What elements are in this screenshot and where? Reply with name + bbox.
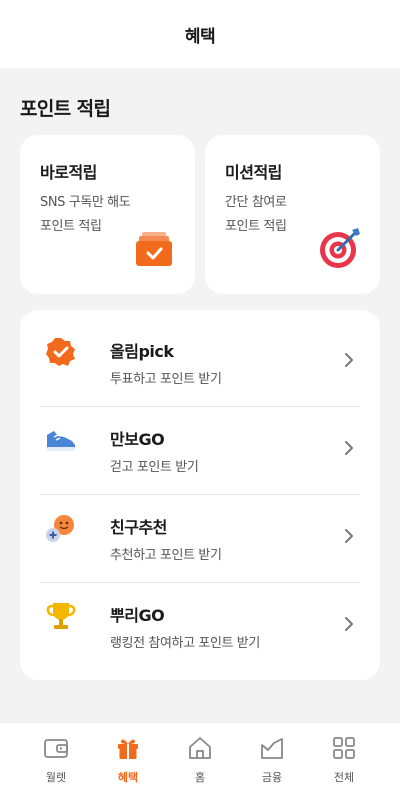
tab-wallet[interactable]: 월렛 <box>16 723 96 796</box>
list-item-subtitle: 걷고 포인트 받기 <box>110 460 199 475</box>
tab-label: 전체 <box>333 771 355 784</box>
sneaker-icon <box>44 423 78 457</box>
home-icon <box>187 735 213 761</box>
list-item-title: 친구추천 <box>110 518 167 537</box>
tab-all[interactable]: 전체 <box>304 723 384 796</box>
section-title: 포인트 적립 <box>20 98 111 120</box>
card-desc-line1: SNS 구독만 해도 <box>40 195 131 210</box>
list-item-title: 올림pick <box>110 342 174 361</box>
tab-label: 홈 <box>194 771 206 784</box>
top-header: 혜택 <box>0 0 400 68</box>
list-item-subtitle: 추천하고 포인트 받기 <box>110 548 222 563</box>
target-dart-icon <box>318 226 362 274</box>
tab-benefits[interactable]: 혜택 <box>88 723 168 796</box>
card-mission-points[interactable]: 미션적립 간단 참여로 포인트 적립 <box>205 135 380 294</box>
wallet-icon <box>43 735 69 761</box>
list-item-ppurigo[interactable]: 뿌리GO 랭킹전 참여하고 포인트 받기 <box>40 574 360 662</box>
bottom-tab-bar: 월렛 혜택 홈 금융 전체 <box>0 722 400 796</box>
chevron-right-icon <box>344 352 354 372</box>
chevron-right-icon <box>344 528 354 548</box>
chevron-right-icon <box>344 616 354 636</box>
card-desc-line2: 포인트 적립 <box>40 219 102 234</box>
trophy-icon <box>44 599 78 633</box>
list-item-subtitle: 투표하고 포인트 받기 <box>110 372 222 387</box>
tab-label: 월렛 <box>45 771 67 784</box>
list-item-title: 뿌리GO <box>110 606 165 625</box>
gift-icon <box>115 735 141 761</box>
card-instant-points[interactable]: 바로적립 SNS 구독만 해도 포인트 적립 <box>20 135 195 294</box>
list-item-title: 만보GO <box>110 430 165 449</box>
grid-icon <box>331 735 357 761</box>
list-item-subtitle: 랭킹전 참여하고 포인트 받기 <box>110 636 260 651</box>
tab-label: 금융 <box>261 771 283 784</box>
chevron-right-icon <box>344 440 354 460</box>
points-list: 올림pick 투표하고 포인트 받기 만보GO 걷고 포인트 받기 친구추천 추… <box>20 310 380 680</box>
page-title: 혜택 <box>184 26 216 47</box>
tab-finance[interactable]: 금융 <box>232 723 312 796</box>
bottom-separator <box>0 704 400 722</box>
card-desc-line2: 포인트 적립 <box>225 219 287 234</box>
tab-label: 혜택 <box>117 771 139 784</box>
list-item-olimpick[interactable]: 올림pick 투표하고 포인트 받기 <box>40 310 360 398</box>
card-desc-line1: 간단 참여로 <box>225 195 287 210</box>
card-title: 미션적립 <box>225 163 282 182</box>
card-title: 바로적립 <box>40 163 97 182</box>
list-item-friend-referral[interactable]: 친구추천 추천하고 포인트 받기 <box>40 486 360 574</box>
badge-check-icon <box>44 335 78 369</box>
list-item-manbogo[interactable]: 만보GO 걷고 포인트 받기 <box>40 398 360 486</box>
card-stack-check-icon <box>135 230 173 272</box>
chart-icon <box>259 735 285 761</box>
tab-home[interactable]: 홈 <box>160 723 240 796</box>
friend-add-icon <box>44 511 78 545</box>
